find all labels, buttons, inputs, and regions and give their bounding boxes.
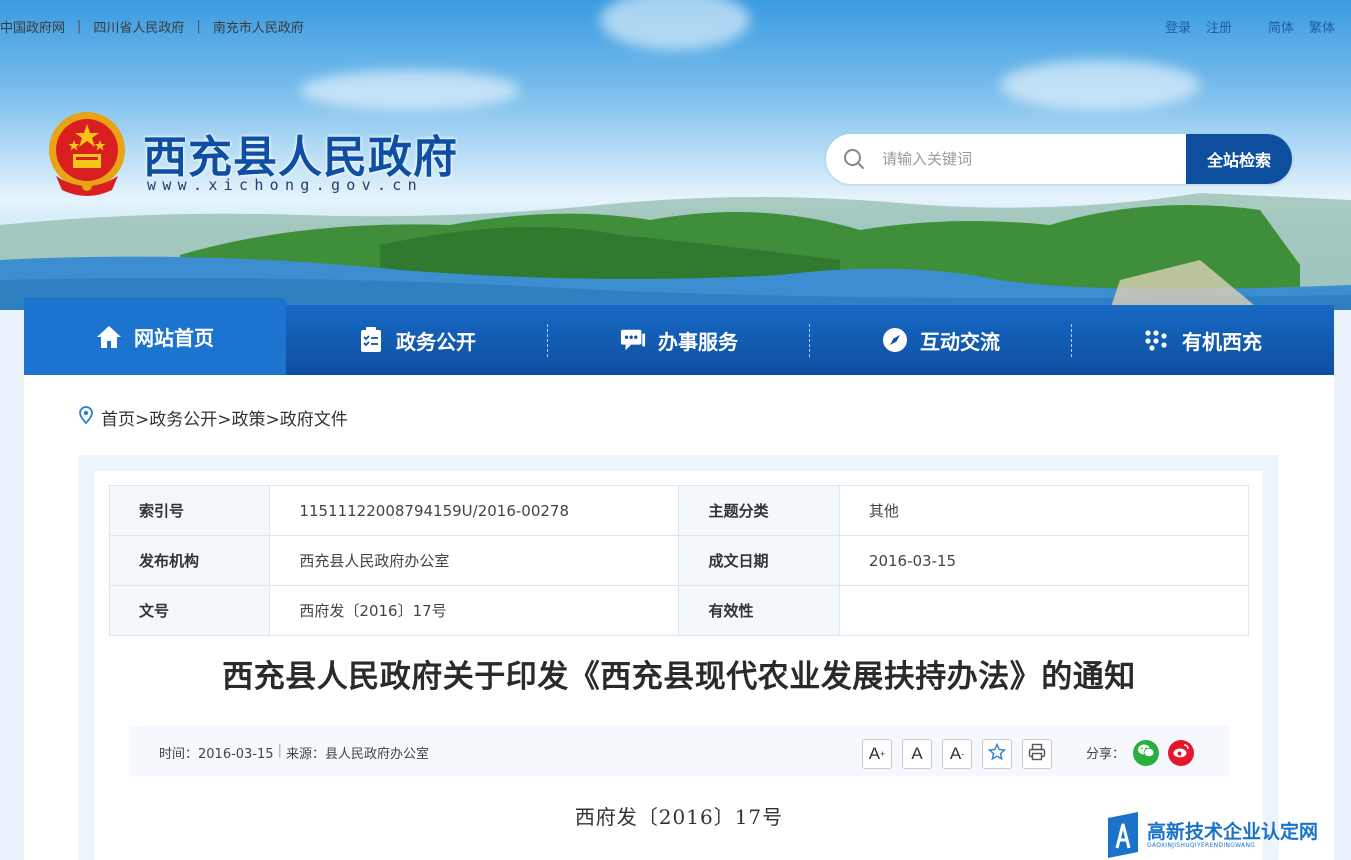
publish-time: 时间：2016-03-15 xyxy=(159,747,274,762)
docno-label: 文号 xyxy=(108,585,271,636)
table-row: 文号 西府发〔2016〕17号 有效性 xyxy=(108,585,1250,636)
table-row: 索引号 11511122008794159U/2016-00278 主题分类 其… xyxy=(108,485,1250,536)
nav-home[interactable]: 网站首页 xyxy=(24,298,286,375)
link-separator: | xyxy=(196,19,201,34)
user-links: 登录 注册 简体 繁体 xyxy=(1165,17,1335,36)
weibo-icon xyxy=(1172,743,1190,763)
home-icon xyxy=(96,324,122,350)
org-value: 西充县人民政府办公室 xyxy=(269,535,680,586)
search-box: 全站检索 xyxy=(826,134,1292,184)
weibo-share-button[interactable] xyxy=(1168,740,1194,766)
index-value: 11511122008794159U/2016-00278 xyxy=(269,485,680,536)
validity-label: 有效性 xyxy=(678,585,840,636)
link-china-gov[interactable]: 中国政府网 xyxy=(0,17,65,36)
article-meta-bar: 时间：2016-03-15 | 来源：县人民政府办公室 A + A A- 分享： xyxy=(129,726,1229,776)
article-container: 索引号 11511122008794159U/2016-00278 主题分类 其… xyxy=(79,455,1279,860)
location-pin-icon xyxy=(79,406,93,429)
nav-label: 互动交流 xyxy=(920,329,1000,354)
wechat-share-button[interactable] xyxy=(1133,740,1159,766)
date-label: 成文日期 xyxy=(678,535,840,586)
article-meta: 时间：2016-03-15 | 来源：县人民政府办公室 xyxy=(159,743,429,762)
watermark-text: 高新技术企业认定网 xyxy=(1147,820,1319,843)
wechat-icon xyxy=(1137,743,1155,763)
nav-organic-xichong[interactable]: 有机西充 xyxy=(1072,305,1334,375)
document-title: 西充县人民政府关于印发《西充县现代农业发展扶持办法》的通知 xyxy=(222,659,1136,695)
topic-label: 主题分类 xyxy=(678,485,840,536)
validity-value xyxy=(838,585,1250,636)
watermark-logo-icon xyxy=(1108,812,1138,858)
favorite-button[interactable] xyxy=(982,739,1012,769)
printer-icon xyxy=(1028,743,1046,766)
table-row: 发布机构 西充县人民政府办公室 成文日期 2016-03-15 xyxy=(108,535,1250,586)
article-source: 来源：县人民政府办公室 xyxy=(285,747,429,762)
nav-label: 政务公开 xyxy=(396,329,476,354)
nav-label: 有机西充 xyxy=(1182,329,1262,354)
watermark-logo: 高新技术企业认定网 GAOXINJISHUQIYERENDINGWANG xyxy=(1103,810,1351,860)
dots-icon xyxy=(1144,327,1170,353)
share-label: 分享： xyxy=(1086,747,1126,762)
date-value: 2016-03-15 xyxy=(838,535,1250,586)
search-button[interactable]: 全站检索 xyxy=(1186,134,1292,184)
link-sichuan-gov[interactable]: 四川省人民政府 xyxy=(93,17,184,36)
font-increase-button[interactable]: A + xyxy=(862,739,892,769)
breadcrumb-path[interactable]: 首页>政务公开>政策>政府文件 xyxy=(101,405,348,430)
nav-services[interactable]: 办事服务 xyxy=(548,305,810,375)
font-decrease-button[interactable]: A- xyxy=(942,739,972,769)
nav-government-affairs[interactable]: 政务公开 xyxy=(286,305,548,375)
traditional-chinese-link[interactable]: 繁体 xyxy=(1309,17,1335,36)
meta-separator: | xyxy=(277,743,282,758)
simplified-chinese-link[interactable]: 简体 xyxy=(1268,17,1294,36)
login-link[interactable]: 登录 xyxy=(1165,17,1191,36)
nav-label: 网站首页 xyxy=(134,326,214,350)
watermark-subtext: GAOXINJISHUQIYERENDINGWANG xyxy=(1147,841,1256,849)
clipboard-icon xyxy=(358,327,384,353)
landscape-image xyxy=(0,193,1351,310)
font-normal-button[interactable]: A xyxy=(902,739,932,769)
org-label: 发布机构 xyxy=(108,535,271,586)
article-panel: 索引号 11511122008794159U/2016-00278 主题分类 其… xyxy=(95,471,1263,860)
topic-value: 其他 xyxy=(838,485,1250,536)
cloud-decoration xyxy=(600,0,750,50)
cloud-decoration xyxy=(1000,60,1200,110)
chat-icon xyxy=(620,327,646,353)
search-input[interactable] xyxy=(882,134,1186,184)
star-icon xyxy=(987,742,1007,766)
print-button[interactable] xyxy=(1022,739,1052,769)
breadcrumb: 首页>政务公开>政策>政府文件 xyxy=(79,405,348,430)
document-number: 西府发〔2016〕17号 xyxy=(574,805,784,829)
docno-value: 西府发〔2016〕17号 xyxy=(269,585,680,636)
link-separator: | xyxy=(77,19,82,34)
cloud-decoration xyxy=(300,70,520,110)
nav-label: 办事服务 xyxy=(658,329,738,354)
nav-interaction[interactable]: 互动交流 xyxy=(810,305,1072,375)
main-nav: 网站首页 政务公开 办事服务 互动交流 有机西充 xyxy=(24,298,1334,375)
external-links: 中国政府网 | 四川省人民政府 | 南充市人民政府 xyxy=(0,17,304,36)
watermark-text-block: 高新技术企业认定网 GAOXINJISHUQIYERENDINGWANG xyxy=(1147,822,1318,849)
register-link[interactable]: 注册 xyxy=(1206,17,1232,36)
index-label: 索引号 xyxy=(108,485,271,536)
document-info-table: 索引号 11511122008794159U/2016-00278 主题分类 其… xyxy=(108,485,1250,636)
link-nanchong-gov[interactable]: 南充市人民政府 xyxy=(213,17,304,36)
search-icon xyxy=(826,134,882,184)
header-banner: 中国政府网 | 四川省人民政府 | 南充市人民政府 登录 注册 简体 繁体 西充… xyxy=(0,0,1351,310)
main-content: 首页>政务公开>政策>政府文件 索引号 11511122008794159U/2… xyxy=(24,375,1334,860)
compass-icon xyxy=(882,327,908,353)
